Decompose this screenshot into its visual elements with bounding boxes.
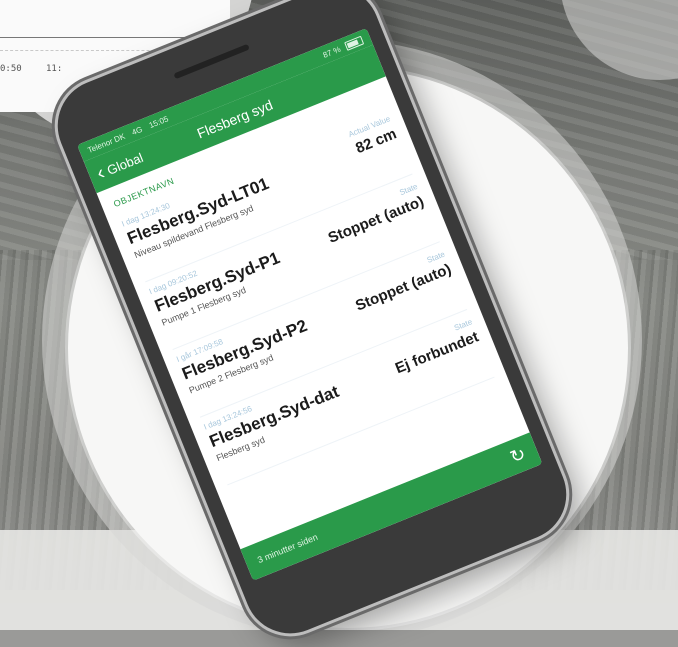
back-button-label: Global <box>104 149 146 178</box>
phone-earpiece <box>173 43 250 80</box>
chart-line <box>0 37 190 38</box>
refresh-icon[interactable]: ↻ <box>507 443 529 468</box>
last-updated-label: 3 minutter siden <box>256 531 320 566</box>
chart-tick-label: 11: <box>46 64 63 74</box>
item-value: Ej forbundet <box>392 328 482 378</box>
battery-icon <box>343 35 365 51</box>
network-label: 4G <box>130 124 144 137</box>
battery-percent: 87 % <box>321 44 342 60</box>
chart-tick-label: 0:50 <box>0 64 22 74</box>
